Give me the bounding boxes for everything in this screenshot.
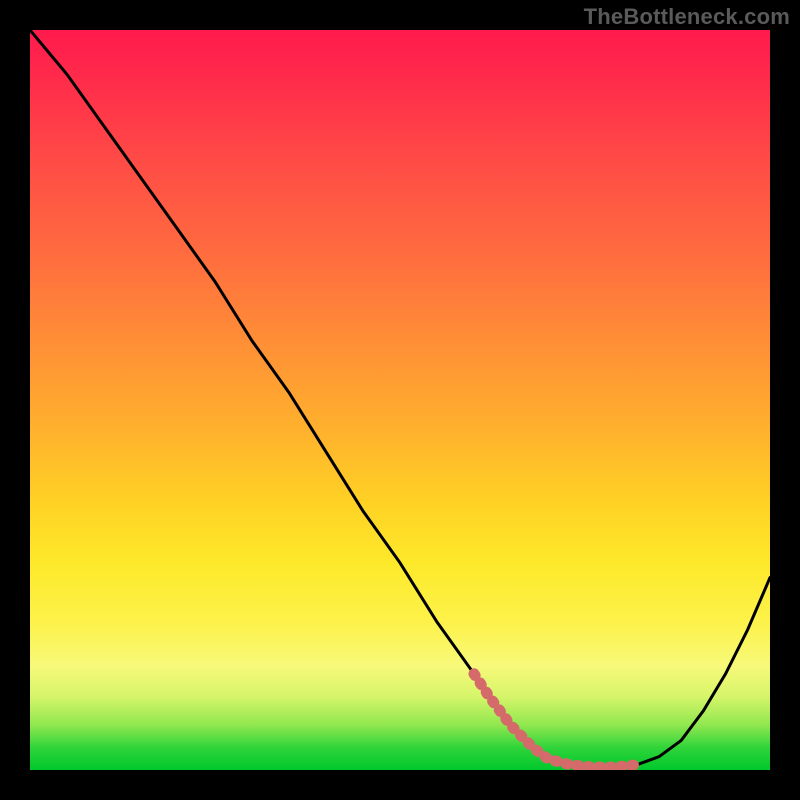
watermark-text: TheBottleneck.com [584, 4, 790, 30]
plot-area [30, 30, 770, 770]
bottleneck-curve-svg [30, 30, 770, 770]
chart-frame: TheBottleneck.com [0, 0, 800, 800]
trough-highlight-path [474, 674, 637, 767]
bottleneck-curve-path [30, 30, 770, 767]
